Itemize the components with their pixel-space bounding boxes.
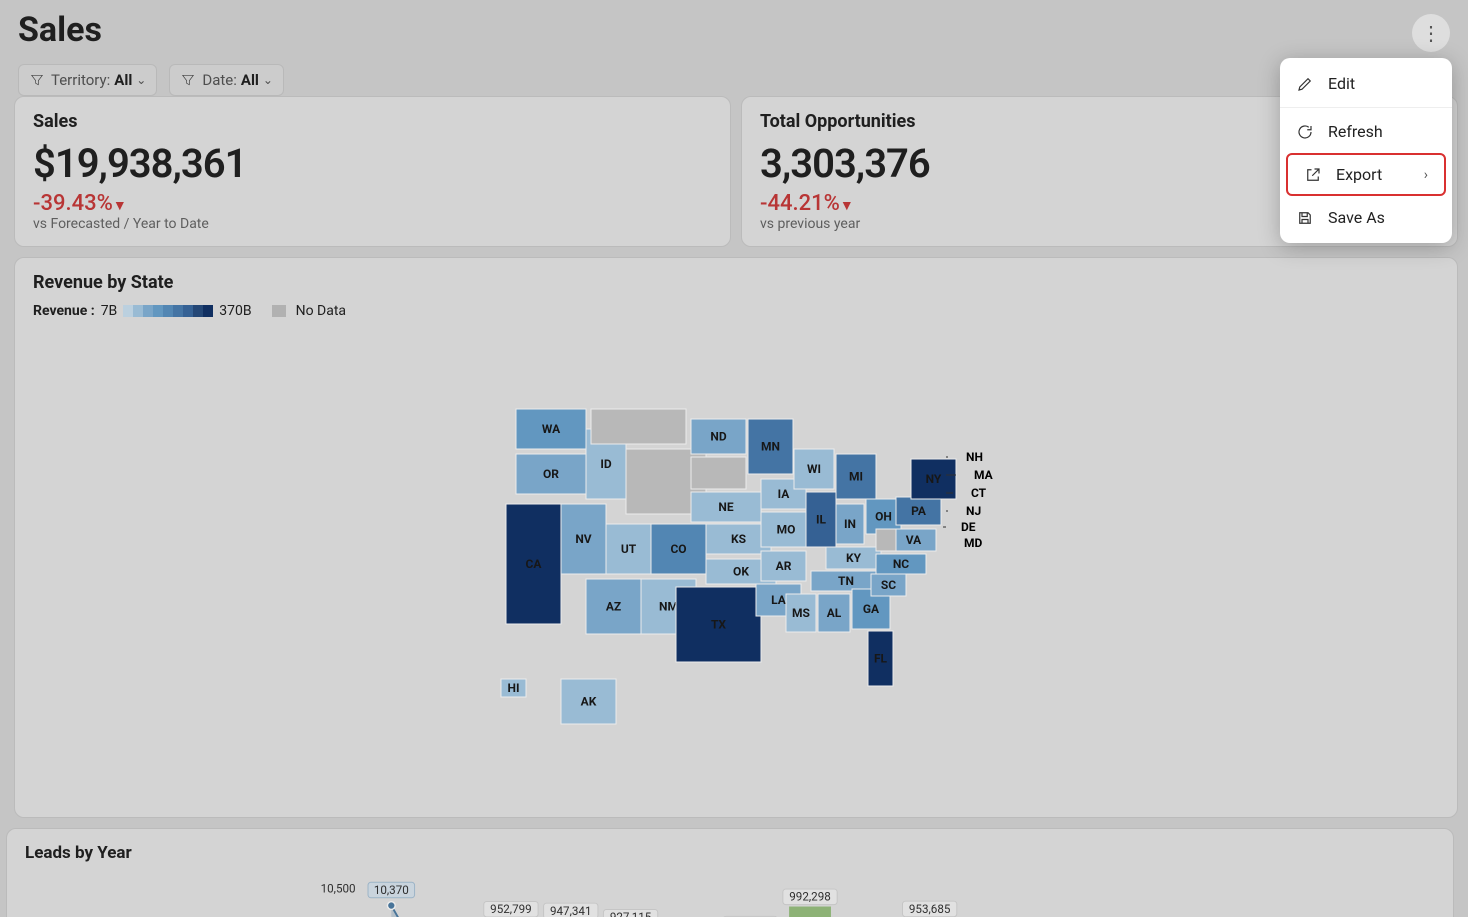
kebab-icon: ⋮ <box>1421 23 1441 43</box>
svg-text:AR: AR <box>776 559 792 573</box>
svg-text:MA: MA <box>974 468 994 482</box>
kpi-sub: vs Forecasted / Year to Date <box>33 216 712 232</box>
filter-value: All <box>241 71 259 89</box>
svg-text:NE: NE <box>718 500 733 514</box>
svg-text:OH: OH <box>875 510 892 524</box>
svg-text:NH: NH <box>966 450 983 464</box>
svg-text:947,341: 947,341 <box>550 904 592 917</box>
svg-text:MN: MN <box>761 440 780 454</box>
svg-text:KY: KY <box>846 551 862 565</box>
svg-text:SC: SC <box>881 578 896 592</box>
svg-text:CT: CT <box>971 486 987 500</box>
menu-item-edit[interactable]: Edit <box>1280 64 1452 103</box>
leads-chart[interactable]: 8,0008,5009,0009,50010,00010,5000100,000… <box>25 869 1435 917</box>
svg-text:952,799: 952,799 <box>490 902 532 916</box>
svg-text:IA: IA <box>778 487 791 501</box>
svg-text:VA: VA <box>906 533 922 547</box>
svg-text:NJ: NJ <box>966 504 981 518</box>
kpi-value: $19,938,361 <box>33 140 712 187</box>
svg-text:LA: LA <box>771 593 787 607</box>
refresh-icon <box>1296 123 1314 141</box>
kpi-delta: -39.43%▼ <box>33 191 712 216</box>
menu-item-refresh[interactable]: Refresh <box>1280 112 1452 151</box>
pencil-icon <box>1296 75 1314 93</box>
svg-text:10,500: 10,500 <box>321 881 356 895</box>
kpi-sales: Sales $19,938,361 -39.43%▼ vs Forecasted… <box>14 96 731 247</box>
filter-date[interactable]: Date: All ⌄ <box>169 64 284 96</box>
svg-text:10,370: 10,370 <box>374 883 409 897</box>
svg-text:TN: TN <box>838 574 854 588</box>
svg-text:927,115: 927,115 <box>610 910 652 917</box>
svg-text:UT: UT <box>621 542 637 556</box>
filter-bar: Territory: All ⌄ Date: All ⌄ <box>18 64 1450 96</box>
menu-item-save-as[interactable]: Save As <box>1280 198 1452 237</box>
nodata-swatch <box>272 305 286 317</box>
svg-text:ID: ID <box>600 457 612 471</box>
svg-text:DE: DE <box>961 520 976 534</box>
chevron-right-icon: › <box>1424 167 1428 183</box>
menu-item-label: Export <box>1336 165 1382 184</box>
svg-text:MO: MO <box>777 523 796 537</box>
svg-text:GA: GA <box>863 602 880 616</box>
svg-text:FL: FL <box>874 652 888 666</box>
svg-text:992,298: 992,298 <box>789 890 831 904</box>
svg-text:CO: CO <box>670 542 686 556</box>
svg-text:WI: WI <box>807 462 821 476</box>
us-map[interactable]: WA OR ID CA NV UT AZ NM CO ND NE KS OK TX MN IA MO AR LA WI… <box>33 379 1439 799</box>
filter-territory[interactable]: Territory: All ⌄ <box>18 64 157 96</box>
kpi-row: Sales $19,938,361 -39.43%▼ vs Forecasted… <box>14 96 1458 247</box>
svg-text:NY: NY <box>926 472 942 486</box>
section-title: Leads by Year <box>25 843 1435 863</box>
svg-text:HI: HI <box>508 681 520 695</box>
svg-text:WA: WA <box>542 422 561 436</box>
left-column: Sales $19,938,361 -39.43%▼ vs Forecasted… <box>0 96 1468 828</box>
context-menu: Edit Refresh Export › Save As <box>1280 58 1452 243</box>
svg-text:953,685: 953,685 <box>909 902 951 916</box>
svg-text:KS: KS <box>731 532 746 546</box>
svg-text:AK: AK <box>581 695 597 709</box>
more-options-button[interactable]: ⋮ <box>1412 14 1450 52</box>
save-icon <box>1296 209 1314 227</box>
svg-text:IL: IL <box>816 513 827 527</box>
down-triangle-icon: ▼ <box>840 198 854 214</box>
svg-text:MI: MI <box>849 470 863 484</box>
revenue-by-state-card: Revenue by State Revenue : 7B 370B No Da… <box>14 257 1458 818</box>
svg-text:MS: MS <box>792 606 810 620</box>
right-column: Leads by Year 8,0008,5009,0009,50010,000… <box>0 828 1468 917</box>
menu-item-label: Refresh <box>1328 122 1383 141</box>
svg-text:NV: NV <box>575 532 591 546</box>
svg-text:OR: OR <box>543 467 559 481</box>
svg-text:AZ: AZ <box>606 600 621 614</box>
svg-text:NC: NC <box>893 557 909 571</box>
svg-text:OK: OK <box>733 565 749 579</box>
svg-text:NM: NM <box>659 600 678 614</box>
down-triangle-icon: ▼ <box>113 198 127 214</box>
chevron-down-icon: ⌄ <box>136 73 146 87</box>
menu-item-export[interactable]: Export › <box>1286 153 1446 196</box>
page-title: Sales <box>18 10 1450 50</box>
section-title: Revenue by State <box>33 272 1439 293</box>
map-legend: Revenue : 7B 370B No Data <box>33 303 1439 319</box>
filter-value: All <box>114 71 132 89</box>
kpi-label: Sales <box>33 111 712 132</box>
filter-label: Territory: <box>51 71 110 89</box>
svg-text:TX: TX <box>711 618 726 632</box>
chevron-down-icon: ⌄ <box>263 73 273 87</box>
svg-text:AL: AL <box>827 606 842 620</box>
menu-divider <box>1280 107 1452 108</box>
export-icon <box>1304 166 1322 184</box>
filter-icon <box>180 72 196 88</box>
svg-text:PA: PA <box>911 504 927 518</box>
header: Sales ⋮ Edit Refresh Export › Save As Te… <box>0 0 1468 96</box>
svg-text:IN: IN <box>844 517 856 531</box>
gradient-legend <box>123 305 213 317</box>
svg-text:ND: ND <box>710 430 726 444</box>
filter-label: Date: <box>202 71 237 89</box>
svg-text:CA: CA <box>526 557 543 571</box>
leads-by-year-card: Leads by Year 8,0008,5009,0009,50010,000… <box>6 828 1454 917</box>
menu-item-label: Save As <box>1328 208 1385 227</box>
filter-icon <box>29 72 45 88</box>
svg-text:MD: MD <box>964 536 983 550</box>
menu-item-label: Edit <box>1328 74 1355 93</box>
